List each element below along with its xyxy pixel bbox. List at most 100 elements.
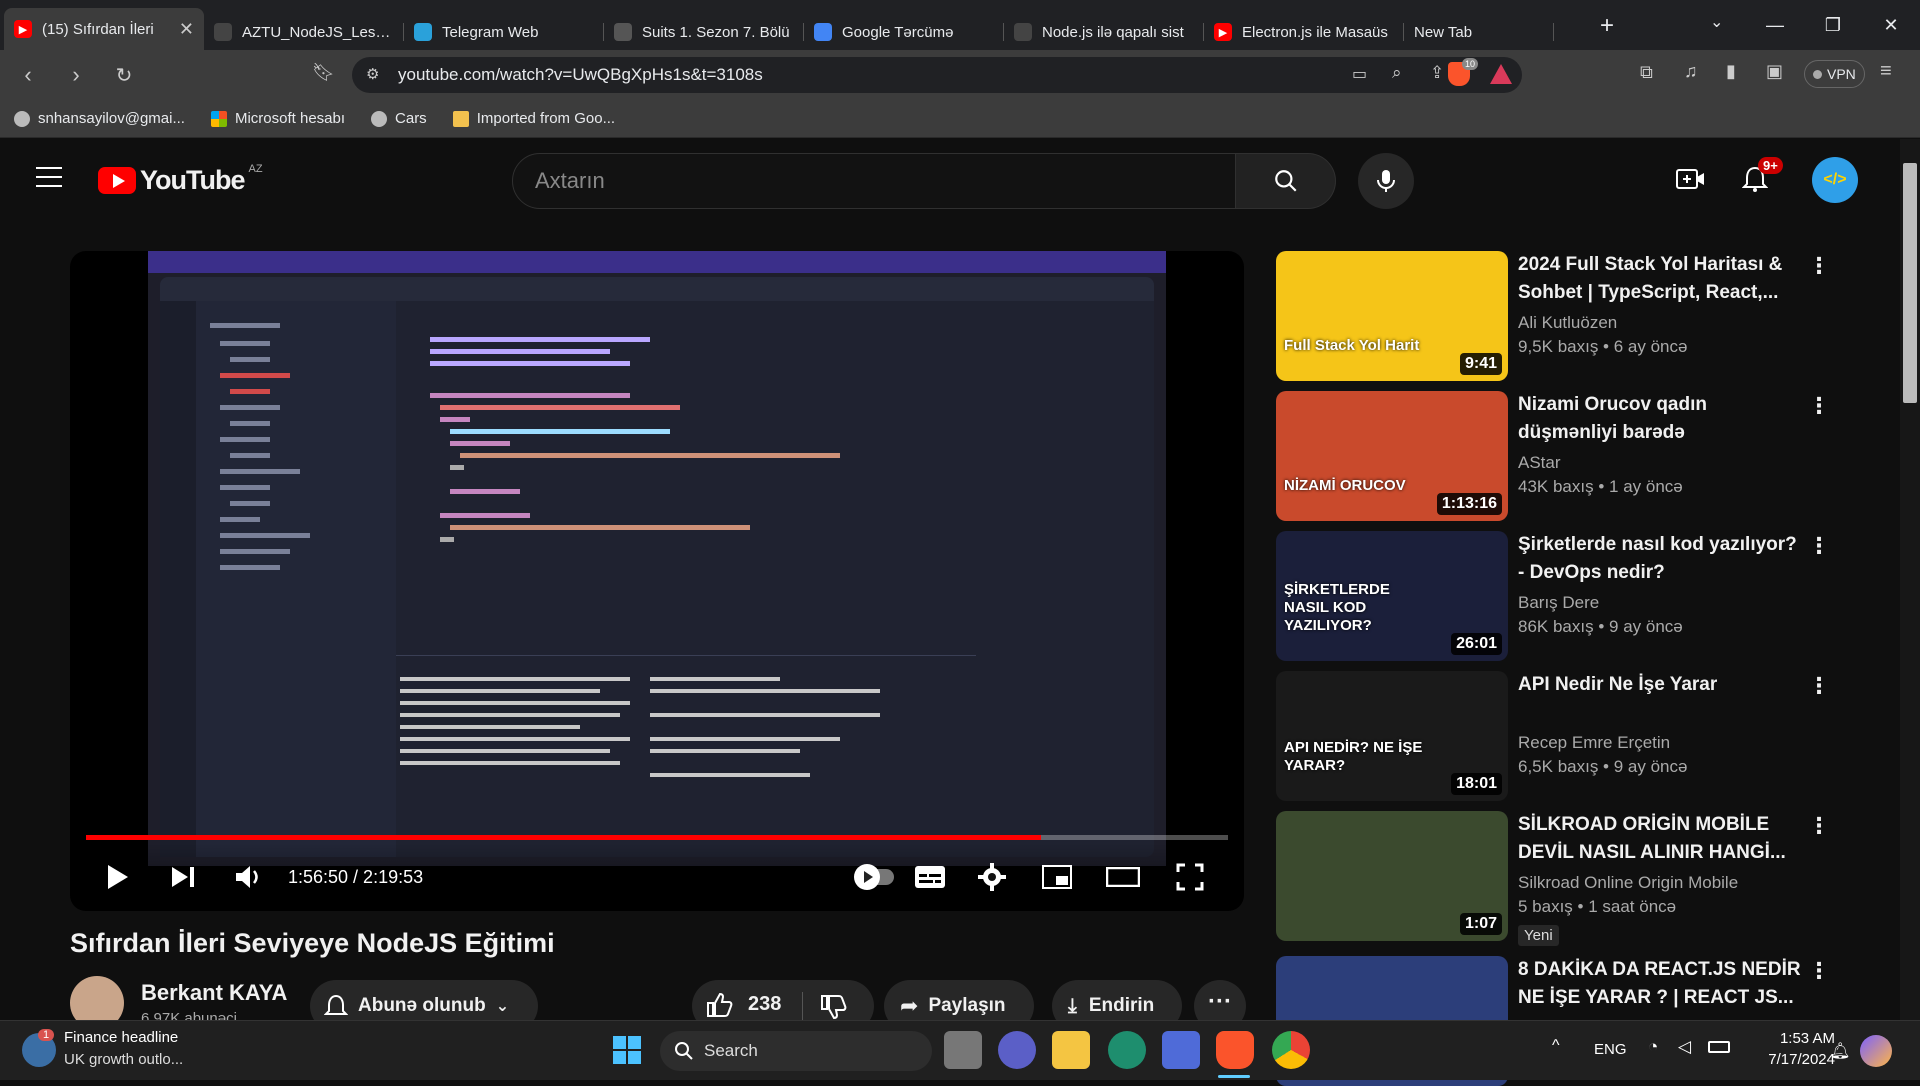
browser-tab[interactable]: Node.js ilə qapalı sist bbox=[1004, 14, 1204, 50]
browser-tab[interactable]: Google Tərcümə bbox=[804, 14, 1004, 50]
vpn-button[interactable]: VPN bbox=[1804, 60, 1865, 88]
site-info-icon[interactable]: ⚙ bbox=[366, 65, 379, 83]
wallet-icon[interactable]: ▣ bbox=[1766, 61, 1783, 82]
video-thumbnail[interactable]: ŞİRKETLERDE NASIL KOD YAZILIYOR? 26:01 bbox=[1276, 531, 1508, 661]
sidebar-toggle-icon[interactable]: ▮ bbox=[1726, 61, 1736, 82]
video-menu-icon[interactable]: ⋮ bbox=[1808, 673, 1830, 699]
video-menu-icon[interactable]: ⋮ bbox=[1808, 813, 1830, 839]
back-button[interactable]: ‹ bbox=[8, 62, 48, 88]
store-icon[interactable] bbox=[1162, 1031, 1200, 1069]
video-title[interactable]: SİLKROAD ORİGİN MOBİLE DEVİL NASIL ALINI… bbox=[1518, 811, 1808, 867]
theater-mode-button[interactable] bbox=[1105, 866, 1141, 892]
close-window-button[interactable]: ✕ bbox=[1862, 15, 1920, 36]
video-menu-icon[interactable]: ⋮ bbox=[1808, 253, 1830, 279]
tray-chevron-icon[interactable]: ^ bbox=[1552, 1037, 1560, 1055]
create-video-button[interactable] bbox=[1676, 167, 1706, 196]
teams-icon[interactable] bbox=[998, 1031, 1036, 1069]
video-menu-icon[interactable]: ⋮ bbox=[1808, 533, 1830, 559]
hamburger-menu-icon[interactable] bbox=[36, 167, 62, 187]
progress-bar[interactable] bbox=[86, 835, 1228, 840]
video-channel[interactable]: Silkroad Online Origin Mobile bbox=[1518, 873, 1738, 893]
bookmark-item[interactable]: snhansayilov@gmai... bbox=[14, 110, 185, 127]
language-indicator[interactable]: ENG bbox=[1594, 1041, 1627, 1058]
tab-search-icon[interactable]: ⌄ bbox=[1710, 12, 1723, 32]
extensions-icon[interactable]: ⧉ bbox=[1640, 62, 1653, 83]
browser-tab[interactable]: New Tab bbox=[1404, 14, 1554, 50]
search-input[interactable]: Axtarın bbox=[512, 153, 1236, 209]
recommended-video[interactable]: API NEDİR? NE İŞE YARAR? 18:01 API Nedir N… bbox=[1276, 671, 1876, 801]
video-player[interactable]: 1:56:50 / 2:19:53 bbox=[70, 251, 1244, 911]
browser-tab[interactable]: ▶ Electron.js ile Masaüs bbox=[1204, 14, 1404, 50]
recommended-video[interactable]: NİZAMİ ORUCOV 1:13:16 Nizami Orucov qadın … bbox=[1276, 391, 1876, 521]
video-thumbnail[interactable]: Full Stack Yol Harit 9:41 bbox=[1276, 251, 1508, 381]
video-thumbnail[interactable]: API NEDİR? NE İŞE YARAR? 18:01 bbox=[1276, 671, 1508, 801]
voice-search-button[interactable] bbox=[1358, 153, 1414, 209]
close-tab-icon[interactable]: ✕ bbox=[179, 19, 194, 40]
clock-date[interactable]: 7/17/2024 bbox=[1755, 1051, 1835, 1068]
notification-center-icon[interactable]: 🔔︎ bbox=[1830, 1041, 1850, 1061]
avatar[interactable]: </> bbox=[1812, 157, 1858, 203]
fullscreen-button[interactable] bbox=[1176, 863, 1204, 896]
video-channel[interactable]: Barış Dere bbox=[1518, 593, 1599, 613]
new-tab-button[interactable]: + bbox=[1600, 12, 1614, 40]
next-button[interactable] bbox=[170, 865, 196, 894]
bookmark-item[interactable]: Cars bbox=[371, 110, 427, 127]
news-title[interactable]: Finance headline bbox=[64, 1029, 178, 1046]
menu-icon[interactable]: ≡ bbox=[1880, 60, 1892, 83]
chrome-icon[interactable] bbox=[1272, 1031, 1310, 1069]
media-icon[interactable]: ♫ bbox=[1684, 61, 1698, 82]
scrollbar-thumb[interactable] bbox=[1903, 163, 1917, 403]
youtube-logo[interactable]: YouTube AZ bbox=[98, 163, 263, 196]
recommended-video[interactable]: ŞİRKETLERDE NASIL KOD YAZILIYOR? 26:01 Şir… bbox=[1276, 531, 1876, 661]
subtitles-button[interactable] bbox=[914, 865, 946, 894]
video-channel[interactable]: Ali Kutluözen bbox=[1518, 313, 1617, 333]
battery-icon[interactable] bbox=[1708, 1041, 1730, 1053]
video-menu-icon[interactable]: ⋮ bbox=[1808, 958, 1830, 984]
video-title[interactable]: Nizami Orucov qadın düşmənliyi barədə bbox=[1518, 391, 1808, 447]
video-thumbnail[interactable]: NİZAMİ ORUCOV 1:13:16 bbox=[1276, 391, 1508, 521]
video-channel[interactable]: AStar bbox=[1518, 453, 1561, 473]
zoom-icon[interactable]: ⌕ bbox=[1392, 63, 1402, 83]
reload-button[interactable]: ↻ bbox=[104, 63, 144, 88]
video-title[interactable]: 2024 Full Stack Yol Haritası & Sohbet | … bbox=[1518, 251, 1808, 307]
share-icon[interactable]: ⇪ bbox=[1430, 63, 1444, 83]
video-title[interactable]: API Nedir Ne İşe Yarar bbox=[1518, 671, 1808, 699]
clock-time[interactable]: 1:53 AM bbox=[1755, 1030, 1835, 1047]
brave-rewards-icon[interactable] bbox=[1490, 64, 1512, 84]
browser-tab[interactable]: AZTU_NodeJS_Lesson bbox=[204, 14, 404, 50]
forward-button[interactable]: › bbox=[56, 62, 96, 88]
miniplayer-button[interactable] bbox=[1042, 865, 1072, 894]
task-view-icon[interactable] bbox=[944, 1031, 982, 1069]
speaker-icon[interactable]: ◁ bbox=[1678, 1037, 1691, 1057]
video-title[interactable]: Şirketlerde nasıl kod yazılıyor? - DevOp… bbox=[1518, 531, 1808, 587]
play-button[interactable] bbox=[106, 863, 130, 896]
edge-icon[interactable] bbox=[1108, 1031, 1146, 1069]
video-channel[interactable]: Recep Emre Erçetin bbox=[1518, 733, 1670, 753]
news-subtitle[interactable]: UK growth outlo... bbox=[64, 1051, 183, 1068]
bookmark-item[interactable]: Imported from Goo... bbox=[452, 110, 615, 127]
video-title[interactable]: 8 DAKİKA DA REACT.JS NEDİR NE İŞE YARAR … bbox=[1518, 956, 1808, 1012]
minimize-button[interactable]: — bbox=[1746, 15, 1804, 36]
volume-button[interactable] bbox=[234, 864, 264, 895]
like-button[interactable] bbox=[706, 992, 734, 1023]
news-widget-icon[interactable]: 1 bbox=[22, 1029, 56, 1067]
cast-icon[interactable]: ▭ bbox=[1352, 64, 1367, 84]
browser-tab[interactable]: ▶ (15) Sıfırdan İleri ✕ bbox=[4, 8, 204, 50]
bookmark-item[interactable]: Microsoft hesabı bbox=[210, 110, 345, 127]
browser-tab[interactable]: Suits 1. Sezon 7. Bölü bbox=[604, 14, 804, 50]
maximize-button[interactable]: ❐ bbox=[1804, 15, 1862, 36]
video-thumbnail[interactable]: 1:07 bbox=[1276, 811, 1508, 941]
video-menu-icon[interactable]: ⋮ bbox=[1808, 393, 1830, 419]
channel-name[interactable]: Berkant KAYA bbox=[141, 980, 287, 1006]
copilot-icon[interactable] bbox=[1860, 1035, 1892, 1067]
page-scrollbar[interactable] bbox=[1900, 139, 1920, 1020]
settings-button[interactable] bbox=[978, 863, 1006, 896]
recommended-video[interactable]: 1:07 SİLKROAD ORİGİN MOBİLE DEVİL NASIL A… bbox=[1276, 811, 1876, 946]
notifications-button[interactable]: 9+ bbox=[1741, 157, 1783, 198]
bookmark-icon[interactable]: 🔖︎ bbox=[312, 62, 335, 83]
brave-icon[interactable] bbox=[1216, 1031, 1254, 1069]
browser-tab[interactable]: Telegram Web bbox=[404, 14, 604, 50]
search-button[interactable] bbox=[1236, 153, 1336, 209]
url-field[interactable]: ⚙ youtube.com/watch?v=UwQBgXpHs1s&t=3108… bbox=[352, 57, 1522, 93]
wifi-icon[interactable]: ◔ bbox=[1648, 1037, 1658, 1057]
